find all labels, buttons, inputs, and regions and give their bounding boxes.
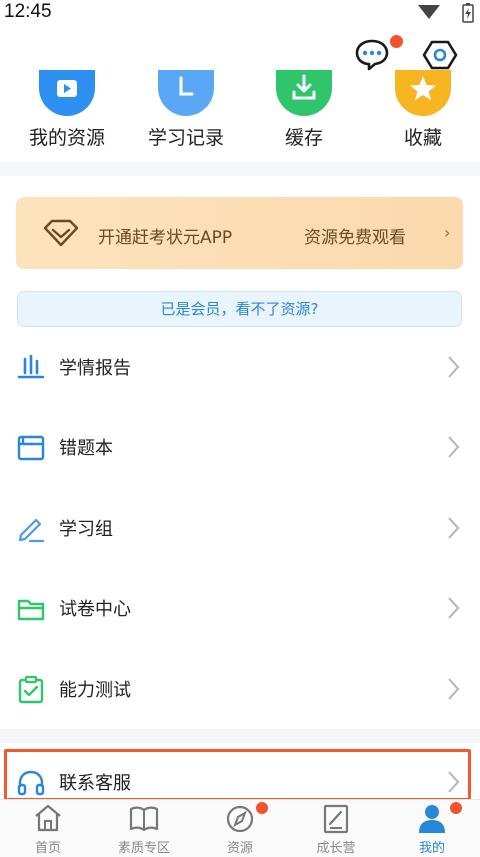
- edit-note-icon: [323, 804, 349, 834]
- quick-action-favorites[interactable]: 收藏: [368, 70, 478, 160]
- tab-growth-camp[interactable]: 成长营: [288, 800, 384, 857]
- pencil-icon: [18, 518, 45, 543]
- chevron-right-icon: [448, 597, 460, 619]
- user-icon: [419, 805, 445, 833]
- notification-dot: [450, 802, 462, 814]
- home-icon: [35, 804, 61, 832]
- quick-action-label: 我的资源: [28, 127, 105, 149]
- section-divider: [0, 162, 480, 176]
- wifi-signal-icon: [418, 5, 440, 19]
- tab-label: 素质专区: [117, 841, 170, 856]
- chat-bubble-icon[interactable]: [354, 38, 390, 72]
- quick-action-my-resources[interactable]: 我的资源: [12, 70, 122, 160]
- quick-action-label: 收藏: [403, 127, 442, 149]
- tab-mine[interactable]: 我的: [384, 800, 480, 857]
- bar-chart-icon: [17, 354, 45, 379]
- member-help-link[interactable]: 已是会员，看不了资源?: [17, 291, 462, 327]
- tab-quality-zone[interactable]: 素质专区: [96, 800, 192, 857]
- status-bar: 12:45: [0, 0, 480, 24]
- bottom-tab-bar: 首页 素质专区 资源 成长营 我的: [0, 799, 480, 857]
- chevron-right-icon: [448, 517, 460, 539]
- clipboard-check-icon: [18, 675, 44, 704]
- notification-dot: [390, 35, 403, 48]
- hexagon-settings-icon[interactable]: [422, 38, 458, 72]
- quick-actions: 我的资源 学习记录 缓存 收藏: [0, 70, 480, 160]
- menu-item-ability-test[interactable]: 能力测试: [0, 649, 480, 729]
- clock-icon: [158, 70, 214, 116]
- vip-banner-right-text: 资源免费观看: [304, 228, 406, 248]
- vip-banner-text: 开通赶考状元APP: [98, 228, 233, 248]
- quick-action-cache[interactable]: 缓存: [249, 70, 359, 160]
- menu-item-report[interactable]: 学情报告: [0, 327, 480, 407]
- section-divider: [0, 729, 480, 743]
- tab-label: 我的: [418, 841, 445, 856]
- highlight-box: [4, 749, 471, 801]
- menu-item-label: 错题本: [59, 438, 113, 459]
- notification-dot: [256, 802, 268, 814]
- notebook-icon: [17, 435, 45, 461]
- play-icon: [39, 70, 95, 116]
- tab-label: 首页: [34, 841, 61, 856]
- compass-icon: [226, 805, 254, 833]
- battery-icon: [462, 3, 474, 23]
- folder-icon: [17, 599, 45, 621]
- quick-action-label: 学习记录: [147, 127, 224, 149]
- menu-item-label: 能力测试: [59, 680, 131, 701]
- menu-item-label: 学情报告: [59, 358, 131, 379]
- quick-action-label: 缓存: [284, 127, 323, 149]
- tab-resources[interactable]: 资源: [192, 800, 288, 857]
- chevron-right-icon: [448, 436, 460, 458]
- member-help-text: 已是会员，看不了资源?: [160, 300, 319, 318]
- menu-item-wrong-book[interactable]: 错题本: [0, 407, 480, 487]
- star-icon: [395, 70, 451, 116]
- menu-item-exam-center[interactable]: 试卷中心: [0, 568, 480, 648]
- chevron-right-icon: [448, 356, 460, 378]
- tab-label: 成长营: [316, 841, 356, 856]
- vip-banner[interactable]: 开通赶考状元APP 资源免费观看 ›: [16, 197, 463, 269]
- status-time: 12:45: [4, 1, 52, 22]
- diamond-icon: [43, 219, 79, 247]
- chevron-right-icon: [448, 678, 460, 700]
- quick-action-study-record[interactable]: 学习记录: [131, 70, 241, 160]
- menu-item-label: 试卷中心: [59, 599, 131, 620]
- menu-item-study-group[interactable]: 学习组: [0, 488, 480, 568]
- download-icon: [276, 70, 332, 116]
- tab-label: 资源: [226, 841, 253, 856]
- book-icon: [129, 806, 159, 832]
- chevron-right-icon: ›: [444, 223, 451, 242]
- menu-item-label: 学习组: [59, 519, 113, 540]
- tab-home[interactable]: 首页: [0, 800, 96, 857]
